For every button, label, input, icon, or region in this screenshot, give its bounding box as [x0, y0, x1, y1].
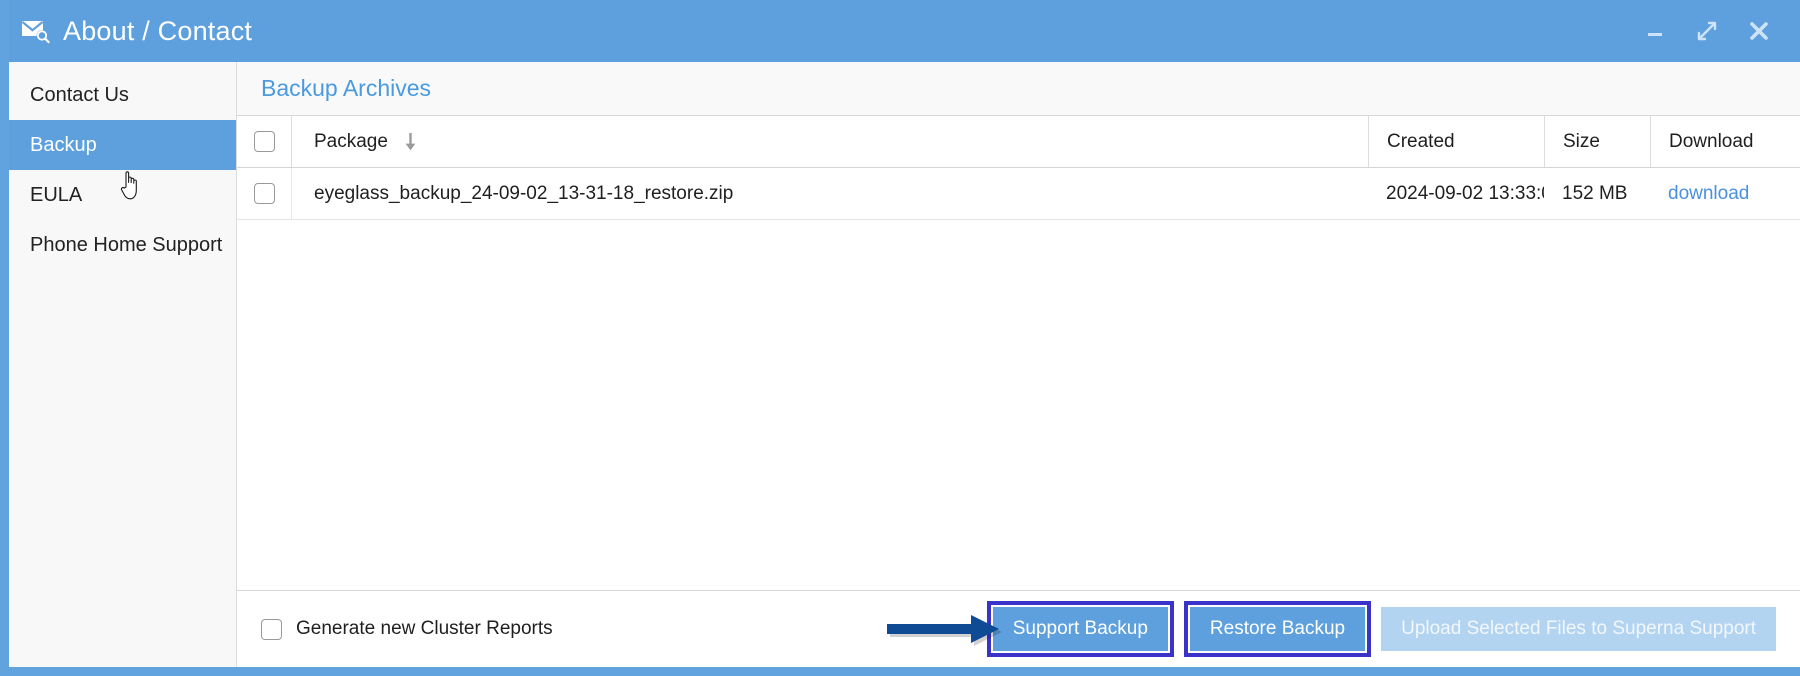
arrow-down-icon[interactable] [404, 131, 417, 153]
column-header-download[interactable]: Download [1650, 116, 1800, 167]
annotation-outline-restore-backup: Restore Backup [1183, 601, 1372, 657]
table-row[interactable]: eyeglass_backup_24-09-02_13-31-18_restor… [237, 168, 1800, 220]
size-value: 152 MB [1562, 182, 1628, 204]
cell-size: 152 MB [1544, 168, 1650, 219]
window-titlebar: About / Contact [9, 0, 1800, 62]
envelope-search-icon [19, 16, 53, 46]
download-link[interactable]: download [1668, 183, 1749, 205]
column-header-label: Download [1669, 130, 1754, 152]
sidebar-item-label: EULA [30, 183, 83, 206]
generate-cluster-reports-label: Generate new Cluster Reports [296, 618, 553, 639]
row-select-cell [237, 168, 291, 219]
created-timestamp: 2024-09-02 13:33:02 [1386, 182, 1544, 204]
annotation-outline-support-backup: Support Backup [986, 601, 1174, 657]
minimize-icon[interactable] [1642, 18, 1668, 44]
restore-backup-button[interactable]: Restore Backup [1189, 607, 1366, 651]
sidebar-item-phone-home-support[interactable]: Phone Home Support [9, 220, 236, 270]
column-header-package[interactable]: Package [291, 116, 1368, 167]
panel-footer: Generate new Cluster Reports Support Bac… [237, 591, 1800, 667]
generate-cluster-reports-checkbox[interactable] [261, 618, 282, 640]
upload-selected-files-button: Upload Selected Files to Superna Support [1381, 607, 1776, 651]
column-header-created[interactable]: Created [1368, 116, 1544, 167]
select-all-cell [237, 116, 291, 167]
maximize-icon[interactable] [1694, 18, 1720, 44]
generate-cluster-reports-option[interactable]: Generate new Cluster Reports [261, 618, 553, 640]
table-empty-space [237, 220, 1800, 591]
sidebar-nav: Contact Us Backup EULA Phone Home Suppor… [9, 62, 237, 667]
column-header-label: Package [314, 130, 388, 152]
package-name: eyeglass_backup_24-09-02_13-31-18_restor… [314, 182, 734, 204]
about-contact-window: About / Contact Contact Us Backup EULA P… [0, 0, 1800, 676]
close-icon[interactable] [1746, 18, 1772, 44]
select-all-checkbox[interactable] [253, 131, 275, 152]
window-body: Contact Us Backup EULA Phone Home Suppor… [9, 62, 1800, 667]
cell-created: 2024-09-02 13:33:02 [1368, 168, 1544, 219]
panel-header: Backup Archives [237, 62, 1800, 115]
sidebar-item-label: Contact Us [30, 83, 129, 106]
table-header-row: Package Created Size Download [237, 116, 1800, 168]
backup-archives-table: Package Created Size Download eyeglass_b… [237, 115, 1800, 591]
page-title: Backup Archives [261, 75, 432, 101]
footer-button-group: Support Backup Restore Backup Upload Sel… [986, 601, 1776, 657]
screenshot-root: About / Contact Contact Us Backup EULA P… [0, 0, 1800, 676]
column-header-label: Size [1563, 130, 1600, 152]
sidebar-item-backup[interactable]: Backup [9, 120, 236, 170]
column-header-size[interactable]: Size [1544, 116, 1650, 167]
sidebar-item-label: Phone Home Support [30, 233, 223, 256]
sidebar-item-label: Backup [30, 133, 97, 156]
sidebar-item-eula[interactable]: EULA [9, 170, 236, 220]
row-select-checkbox[interactable] [253, 183, 275, 204]
window-title: About / Contact [63, 15, 253, 46]
cell-package: eyeglass_backup_24-09-02_13-31-18_restor… [291, 168, 1368, 219]
support-backup-button[interactable]: Support Backup [992, 607, 1168, 651]
cell-download: download [1650, 168, 1800, 219]
sidebar-item-contact-us[interactable]: Contact Us [9, 70, 236, 120]
column-header-label: Created [1387, 130, 1455, 152]
main-panel: Backup Archives Package Created Size Dow… [237, 62, 1800, 667]
window-controls [1642, 18, 1784, 44]
